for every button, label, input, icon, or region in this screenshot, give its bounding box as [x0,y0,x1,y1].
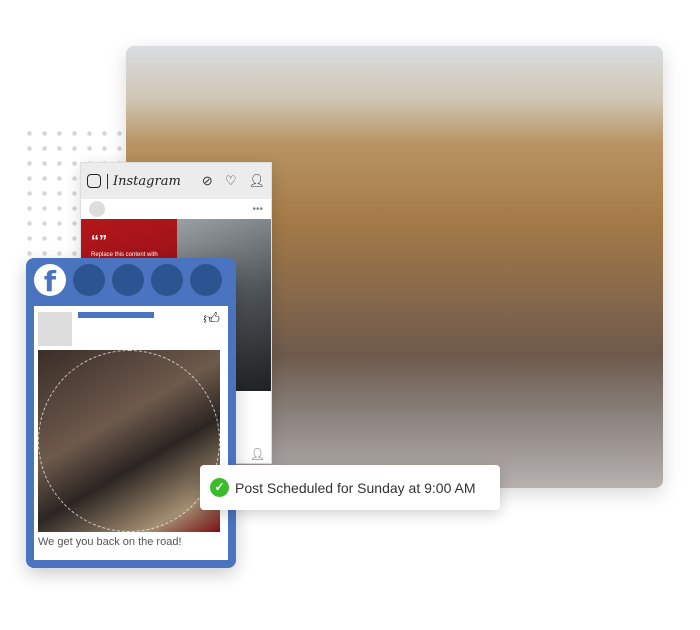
placeholder-circle [112,264,144,296]
quote-icon: “” [91,233,107,250]
instagram-header: Instagram ⊘ ♡ 👤︎ [81,163,271,199]
post-caption: We get you back on the road! [38,536,182,548]
placeholder-circle [151,264,183,296]
instagram-logo: Instagram [107,173,181,189]
placeholder-circle [190,264,222,296]
compass-icon[interactable]: ⊘ [202,173,213,189]
check-icon: ✓ [210,478,229,497]
name-placeholder [78,312,154,318]
avatar [38,312,72,346]
more-icon[interactable]: ••• [252,204,263,215]
post-header: ••• [81,199,271,219]
toast-message: Post Scheduled for Sunday at 9:00 AM [235,479,476,496]
user-icon[interactable]: 👤︎ [248,173,265,189]
placeholder-circle [73,264,105,296]
mechanic-image [38,350,220,532]
avatar [89,201,105,217]
heart-icon[interactable]: ♡ [225,173,237,189]
thumbs-up-icon[interactable]: 👍︎ [203,310,220,329]
facebook-card: f 👍︎ We get you back on the road! [26,258,236,568]
instagram-icon [87,174,101,188]
scheduled-toast: ✓ Post Scheduled for Sunday at 9:00 AM [200,465,500,510]
facebook-post: 👍︎ We get you back on the road! [34,306,228,560]
facebook-icon: f [34,264,66,298]
user-icon[interactable]: 👤︎ [250,447,265,461]
